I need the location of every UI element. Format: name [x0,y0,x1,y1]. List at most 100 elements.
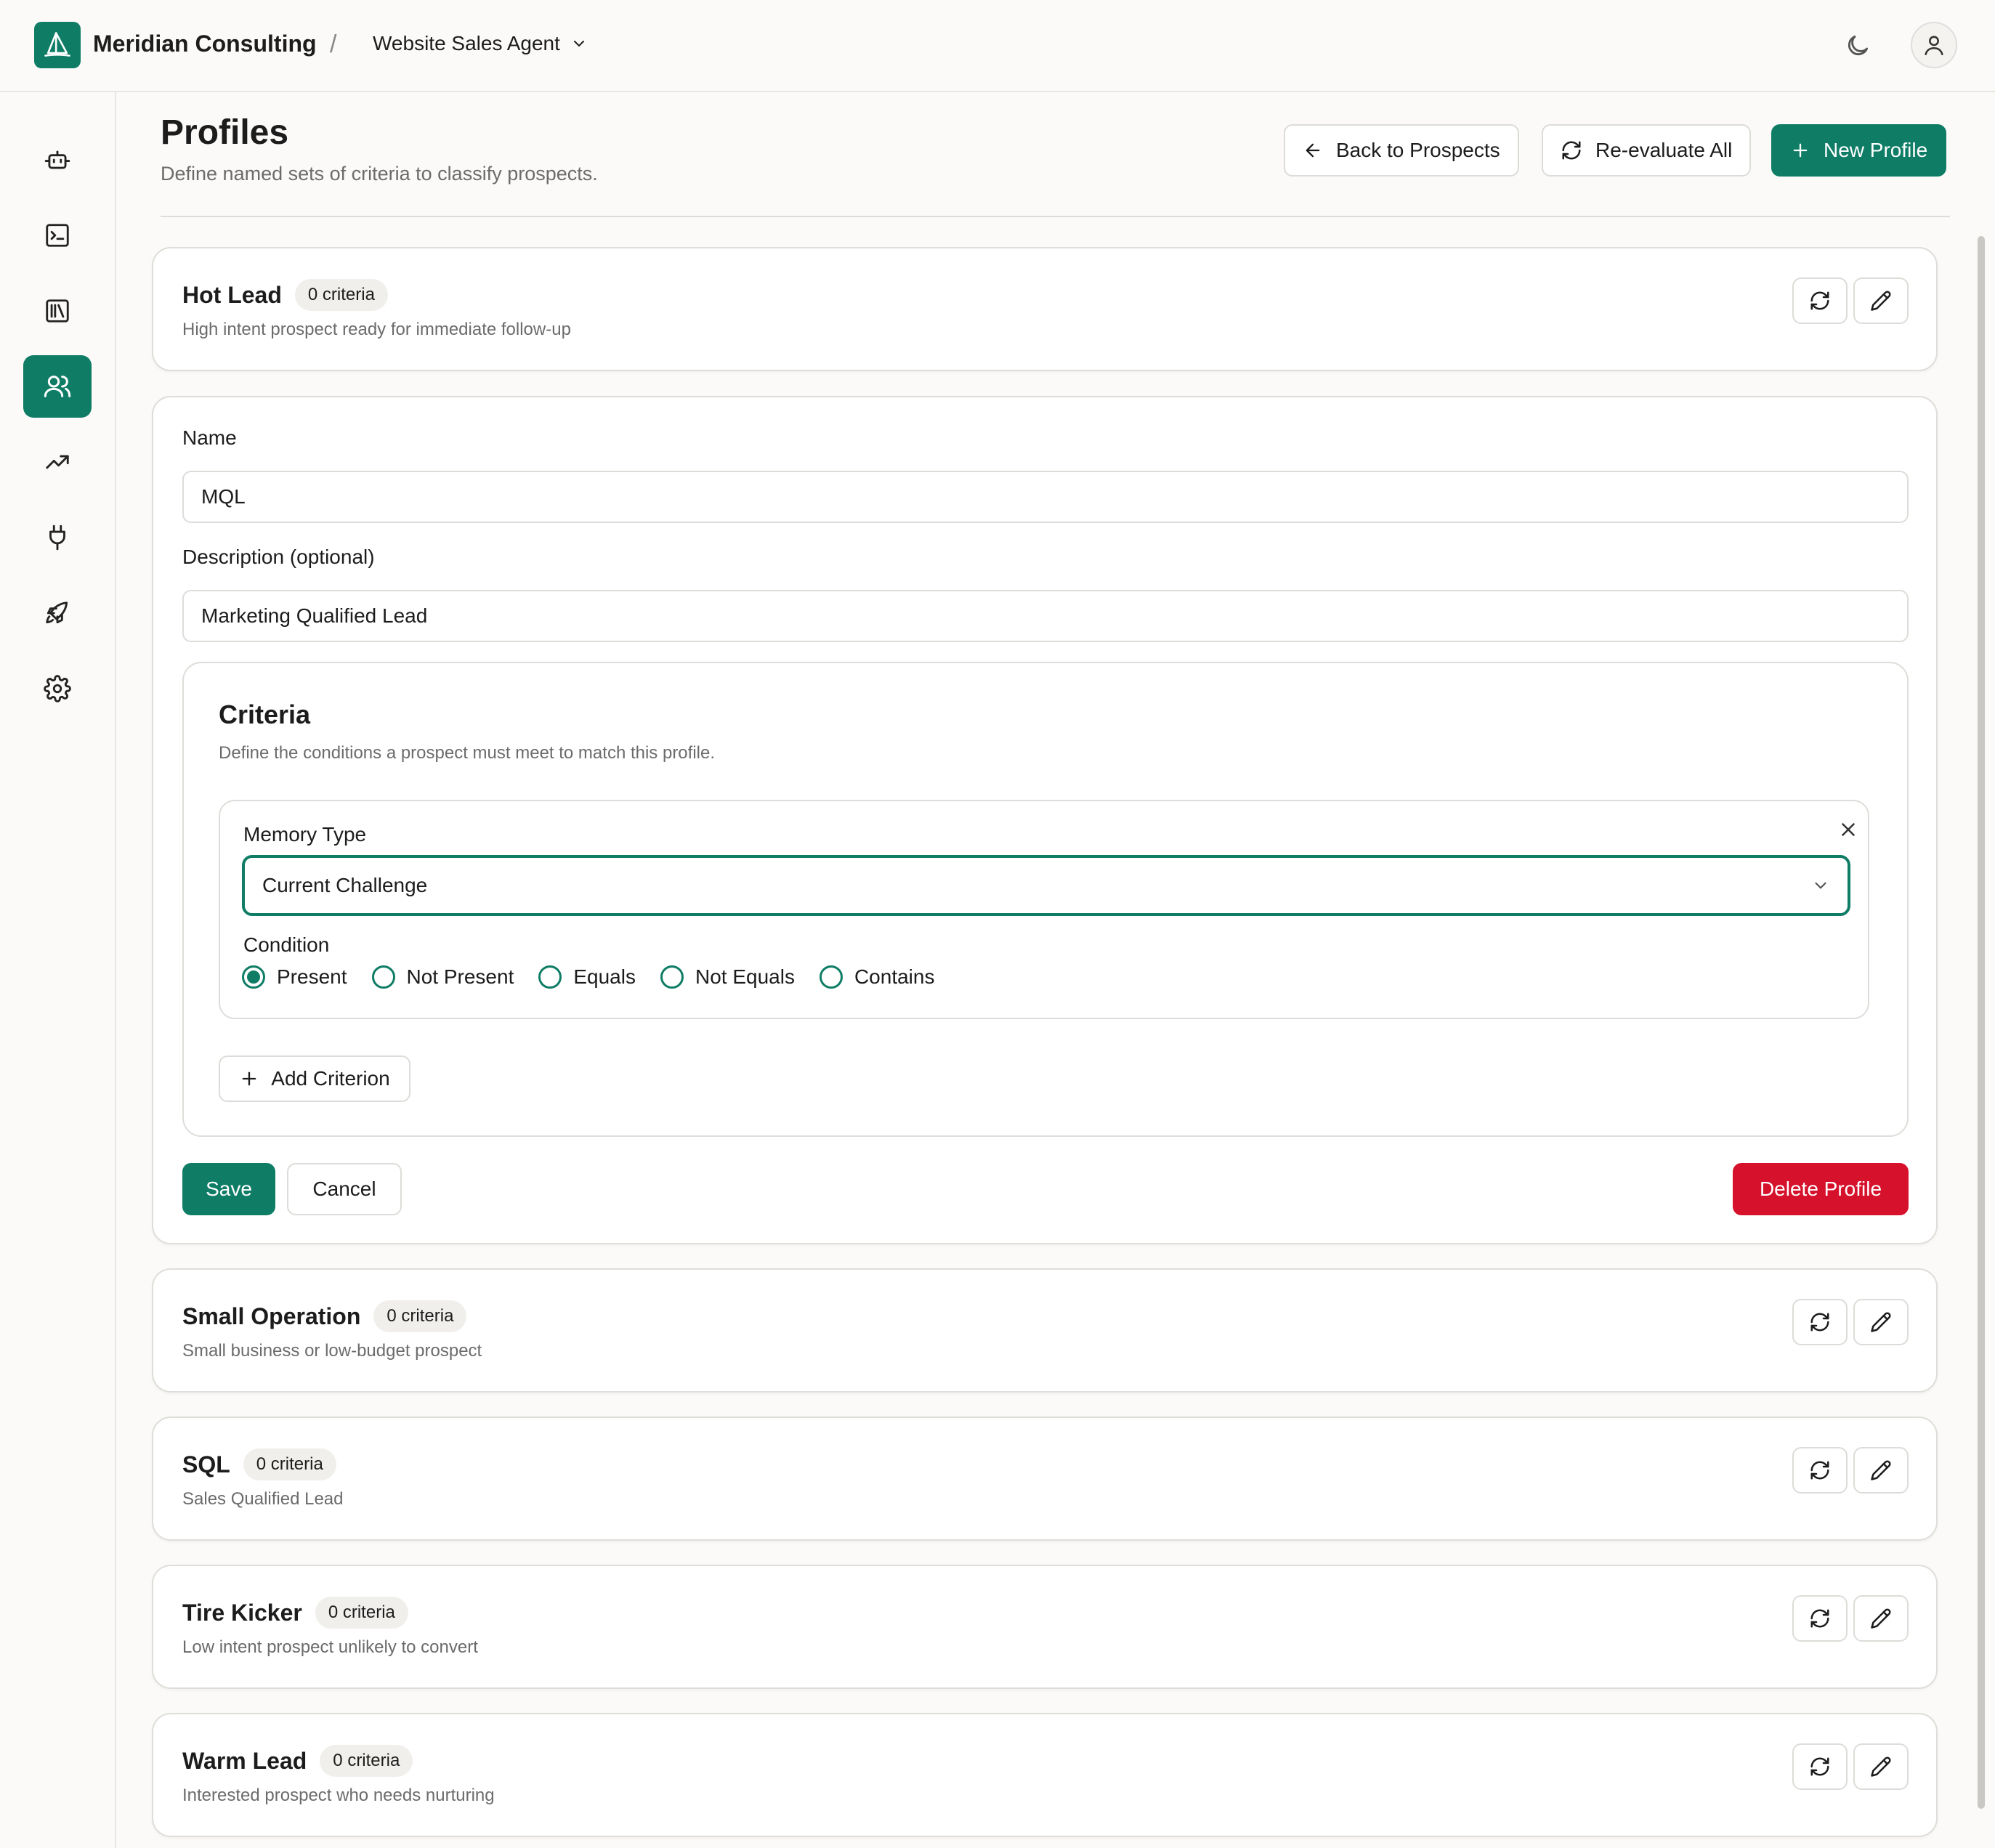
delete-profile-button[interactable]: Delete Profile [1733,1163,1909,1215]
profile-name: Warm Lead [182,1747,307,1774]
condition-option-not-equals[interactable]: Not Equals [660,965,795,989]
criteria-count-badge: 0 criteria [373,1300,467,1332]
profile-description: Small business or low-budget prospect [182,1341,482,1361]
profile-card[interactable]: Small Operation 0 criteria Small busines… [152,1268,1938,1393]
edit-profile-button[interactable] [1853,1743,1909,1790]
settings-icon [44,675,71,702]
pencil-icon [1871,291,1891,311]
memory-type-value: Current Challenge [262,874,428,896]
memory-type-label: Memory Type [243,823,367,846]
profile-title: SQL 0 criteria [182,1448,336,1480]
name-input[interactable] [182,471,1909,523]
profile-description: Sales Qualified Lead [182,1489,344,1509]
edit-profile-button[interactable] [1853,1447,1909,1494]
user-avatar[interactable] [1911,22,1957,68]
reevaluate-profile-button[interactable] [1792,1595,1848,1642]
criteria-count-badge: 0 criteria [315,1597,408,1629]
add-criterion-button[interactable]: Add Criterion [219,1055,410,1102]
condition-radio-group: Present Not Present Equals Not Equals Co… [242,965,934,989]
memory-type-select[interactable]: Current Challenge [242,855,1850,916]
moon-icon[interactable] [1844,32,1871,63]
pencil-icon [1871,1312,1891,1332]
org-name: Meridian Consulting [93,31,317,57]
profile-card[interactable]: Tire Kicker 0 criteria Low intent prospe… [152,1565,1938,1689]
sidebar-item-integrations[interactable] [23,506,92,569]
radio-checked[interactable] [242,965,265,989]
condition-option-not-present[interactable]: Not Present [371,965,514,989]
plug-icon [49,524,65,551]
criteria-count-badge: 0 criteria [320,1745,413,1777]
profile-card[interactable]: Warm Lead 0 criteria Interested prospect… [152,1713,1938,1837]
cancel-button[interactable]: Cancel [287,1163,402,1215]
edit-profile-button[interactable] [1853,1299,1909,1345]
description-input[interactable] [182,590,1909,642]
plus-icon [242,1071,256,1086]
profile-name: SQL [182,1451,230,1478]
reevaluate-profile-button[interactable] [1792,277,1848,324]
condition-option-label: Equals [573,965,636,988]
profile-title: Hot Lead 0 criteria [182,279,388,311]
sailboat-logo-icon[interactable] [34,22,81,68]
user-icon [1925,36,1943,56]
refresh-icon [1810,1313,1829,1332]
refresh-icon [1810,1461,1829,1480]
terminal-icon [46,224,69,247]
profile-title: Warm Lead 0 criteria [182,1745,413,1777]
profile-card[interactable]: SQL 0 criteria Sales Qualified Lead [152,1417,1938,1541]
profile-description: High intent prospect ready for immediate… [182,320,571,339]
reevaluate-profile-button[interactable] [1792,1447,1848,1494]
top-bar: Meridian Consulting / Website Sales Agen… [0,0,1995,92]
refresh-icon [1562,141,1581,160]
refresh-icon [1810,1609,1829,1628]
sidebar-item-console[interactable] [23,204,92,267]
close-icon[interactable] [1837,819,1859,844]
trending-up-icon [46,455,69,469]
new-profile-label: New Profile [1824,139,1928,161]
sidebar-item-agent[interactable] [23,129,92,191]
breadcrumb-separator: / [330,31,337,58]
criteria-count-badge: 0 criteria [294,279,388,311]
sidebar-item-analytics[interactable] [23,431,92,493]
reevaluate-profile-button[interactable] [1792,1743,1848,1790]
condition-option-present[interactable]: Present [242,965,347,989]
edit-profile-button[interactable] [1853,277,1909,324]
sidebar-item-prospects[interactable] [23,355,92,418]
radio-unchecked[interactable] [819,965,843,989]
add-criterion-label: Add Criterion [271,1067,390,1090]
sidebar [0,92,116,1848]
profile-edit-card: Name Description (optional) Criteria Def… [152,396,1938,1244]
rocket-icon [46,601,68,624]
profile-description: Low intent prospect unlikely to convert [182,1637,478,1657]
radio-unchecked[interactable] [538,965,562,989]
condition-option-label: Not Present [406,965,514,988]
pencil-icon [1871,1460,1891,1480]
bot-icon [44,150,70,169]
refresh-icon [1810,1757,1829,1776]
page-subtitle: Define named sets of criteria to classif… [161,163,598,185]
profile-name: Hot Lead [182,281,282,308]
plus-icon [1793,143,1808,158]
scrollbar-thumb[interactable] [1978,236,1985,1809]
radio-unchecked[interactable] [660,965,684,989]
condition-option-label: Contains [854,965,935,988]
agent-switcher[interactable]: Website Sales Agent [373,32,588,55]
header-divider [161,216,1950,217]
refresh-icon [1810,291,1829,310]
radio-unchecked[interactable] [371,965,395,989]
edit-profile-button[interactable] [1853,1595,1909,1642]
profile-card[interactable]: Hot Lead 0 criteria High intent prospect… [152,247,1938,371]
re-evaluate-all-button[interactable]: Re-evaluate All [1542,124,1752,177]
save-button[interactable]: Save [182,1163,275,1215]
reevaluate-profile-button[interactable] [1792,1299,1848,1345]
arrow-left-icon [1306,143,1320,158]
sidebar-item-deploy[interactable] [23,582,92,644]
sidebar-item-settings[interactable] [23,657,92,720]
condition-option-contains[interactable]: Contains [819,965,935,989]
re-evaluate-all-label: Re-evaluate All [1595,139,1733,161]
sidebar-item-library[interactable] [23,280,92,342]
pencil-icon [1871,1756,1891,1777]
back-to-prospects-button[interactable]: Back to Prospects [1284,124,1519,177]
criteria-title: Criteria [219,700,311,729]
condition-option-equals[interactable]: Equals [538,965,636,989]
new-profile-button[interactable]: New Profile [1771,124,1947,177]
